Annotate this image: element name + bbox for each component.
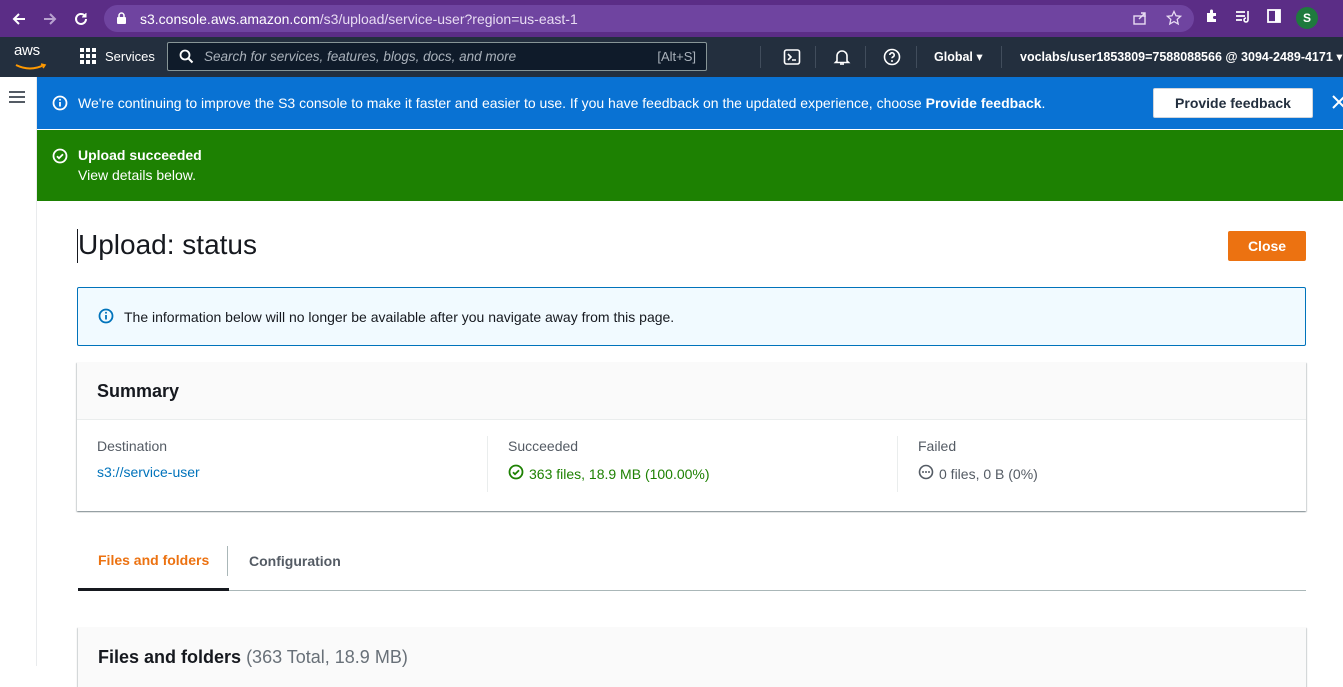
destination-column: Destination s3://service-user: [97, 438, 200, 480]
destination-link[interactable]: s3://service-user: [97, 464, 200, 480]
failed-value: 0 files, 0 B (0%): [939, 465, 1038, 482]
info-message-text: We're continuing to improve the S3 conso…: [78, 95, 926, 111]
help-icon[interactable]: [882, 47, 902, 67]
files-heading-text: Files and folders: [98, 647, 242, 667]
address-bar[interactable]: s3.console.aws.amazon.com/s3/upload/serv…: [104, 5, 1194, 32]
services-grid-icon: [80, 48, 96, 64]
column-divider: [487, 436, 488, 492]
files-and-folders-heading: Files and folders (363 Total, 18.9 MB): [98, 647, 408, 668]
info-message-suffix: .: [1041, 95, 1046, 111]
nav-divider: [760, 46, 761, 68]
global-search-input[interactable]: Search for services, features, blogs, do…: [167, 42, 707, 71]
services-label: Services: [105, 48, 155, 64]
success-title: Upload succeeded: [78, 147, 202, 163]
files-and-folders-container: Files and folders (363 Total, 18.9 MB): [78, 627, 1306, 687]
account-menu[interactable]: voclabs/user1853809=7588088566 @ 3094-24…: [1020, 49, 1343, 64]
reading-list-icon[interactable]: [1234, 8, 1252, 29]
profile-avatar[interactable]: S: [1296, 7, 1318, 29]
notifications-bell-icon[interactable]: [832, 47, 852, 67]
lock-icon: [116, 12, 132, 25]
tab-divider: [227, 546, 228, 576]
extensions-puzzle-icon[interactable]: [1204, 8, 1220, 29]
aws-top-navigation: aws Services Search for services, featur…: [0, 37, 1343, 77]
failed-column: Failed 0 files, 0 B (0%): [918, 438, 1038, 483]
pending-ellipsis-icon: [918, 464, 934, 483]
destination-label: Destination: [97, 438, 168, 454]
cloudshell-icon[interactable]: [782, 47, 802, 67]
info-alert: The information below will no longer be …: [77, 287, 1306, 346]
account-label: voclabs/user1853809=7588088566 @ 3094-24…: [1020, 50, 1333, 64]
aws-smile-icon: [15, 63, 47, 70]
search-placeholder: Search for services, features, blogs, do…: [204, 49, 517, 64]
files-count-text: (363 Total, 18.9 MB): [246, 647, 408, 667]
menu-hamburger-icon[interactable]: [9, 91, 25, 106]
region-selector[interactable]: Global ▾: [934, 49, 983, 64]
region-label: Global: [934, 50, 973, 64]
success-check-icon: [52, 148, 68, 169]
info-message: We're continuing to improve the S3 conso…: [78, 95, 1045, 111]
services-menu[interactable]: Services: [80, 48, 155, 64]
side-navigation-rail: [0, 77, 37, 666]
nav-divider: [815, 46, 816, 68]
url-text: s3.console.aws.amazon.com/s3/upload/serv…: [140, 11, 578, 27]
info-icon: [52, 95, 68, 116]
succeeded-value: 363 files, 18.9 MB (100.00%): [529, 465, 710, 482]
tab-files-and-folders[interactable]: Files and folders: [78, 531, 230, 591]
info-flashbar: We're continuing to improve the S3 conso…: [37, 77, 1343, 129]
page-title: Upload: status: [78, 229, 257, 260]
bookmark-star-icon[interactable]: [1165, 9, 1183, 31]
forward-arrow-icon[interactable]: [36, 5, 64, 33]
summary-header: Summary: [77, 362, 1306, 420]
summary-heading: Summary: [97, 381, 180, 401]
caret-down-icon: ▾: [1336, 50, 1343, 64]
aws-logo-text: aws: [14, 42, 40, 59]
failed-label: Failed: [918, 438, 957, 454]
caret-down-icon: ▾: [976, 50, 983, 64]
close-button[interactable]: Close: [1228, 231, 1306, 261]
summary-container: Summary Destination s3://service-user Su…: [77, 362, 1306, 511]
back-arrow-icon[interactable]: [5, 5, 33, 33]
browser-toolbar: s3.console.aws.amazon.com/s3/upload/serv…: [0, 0, 1343, 37]
reload-icon[interactable]: [67, 5, 95, 33]
info-icon: [98, 308, 114, 329]
info-message-bold: Provide feedback: [925, 95, 1042, 111]
side-panel-icon[interactable]: [1266, 8, 1282, 29]
search-shortcut: [Alt+S]: [657, 49, 696, 64]
nav-divider: [865, 46, 866, 68]
success-subtitle: View details below.: [78, 167, 197, 183]
success-check-icon: [508, 464, 524, 483]
provide-feedback-button[interactable]: Provide feedback: [1153, 88, 1313, 118]
nav-divider: [1001, 46, 1002, 68]
dismiss-close-icon[interactable]: [1331, 94, 1343, 112]
info-alert-text: The information below will no longer be …: [124, 309, 675, 325]
nav-divider: [916, 46, 917, 68]
search-icon: [179, 49, 194, 64]
tab-list: Files and folders Configuration: [78, 531, 1306, 591]
tab-configuration[interactable]: Configuration: [249, 531, 341, 590]
share-icon[interactable]: [1132, 10, 1148, 31]
aws-logo[interactable]: aws: [14, 42, 48, 70]
column-divider: [897, 436, 898, 492]
succeeded-label: Succeeded: [508, 438, 579, 454]
url-host: s3.console.aws.amazon.com: [140, 10, 320, 27]
url-path: /s3/upload/service-user?region=us-east-1: [319, 10, 578, 27]
succeeded-column: Succeeded 363 files, 18.9 MB (100.00%): [508, 438, 710, 483]
success-flashbar: Upload succeeded View details below.: [37, 130, 1343, 201]
